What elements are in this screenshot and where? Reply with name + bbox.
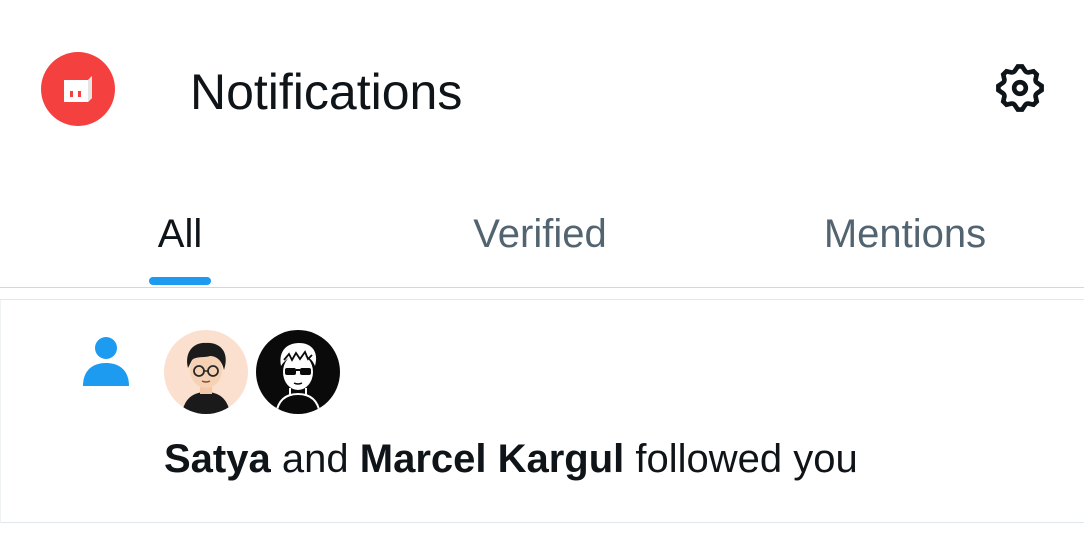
top-app-bar: Notifications [0,0,1084,180]
action-text: followed you [635,437,858,481]
connector-text: and [281,437,349,481]
active-tab-indicator [149,277,211,285]
user-avatar-illustration [164,330,248,414]
tab-all-label: All [157,211,203,256]
gear-icon [996,64,1044,112]
notification-text: Satya and Marcel Kargul followed you [164,434,858,484]
tab-verified[interactable]: Verified [400,180,680,287]
notification-tabs: All Verified Mentions [0,180,1084,288]
avatar-marcel-kargul[interactable] [256,330,340,414]
tab-all[interactable]: All [80,180,280,287]
avatar-satya[interactable] [164,330,248,414]
user-avatar-illustration [256,330,340,414]
username-marcel-kargul[interactable]: Marcel Kargul [360,437,625,481]
person-icon [83,337,129,386]
notification-item-follow[interactable]: Satya and Marcel Kargul followed you [0,300,1084,523]
tab-verified-label: Verified [473,211,607,256]
tab-mentions-label: Mentions [823,211,987,256]
page-title: Notifications [190,64,463,120]
settings-button[interactable] [990,58,1050,118]
app-logo-icon [64,76,92,102]
username-satya[interactable]: Satya [164,437,271,481]
tab-mentions[interactable]: Mentions [760,180,1050,287]
profile-avatar-button[interactable] [41,52,115,126]
